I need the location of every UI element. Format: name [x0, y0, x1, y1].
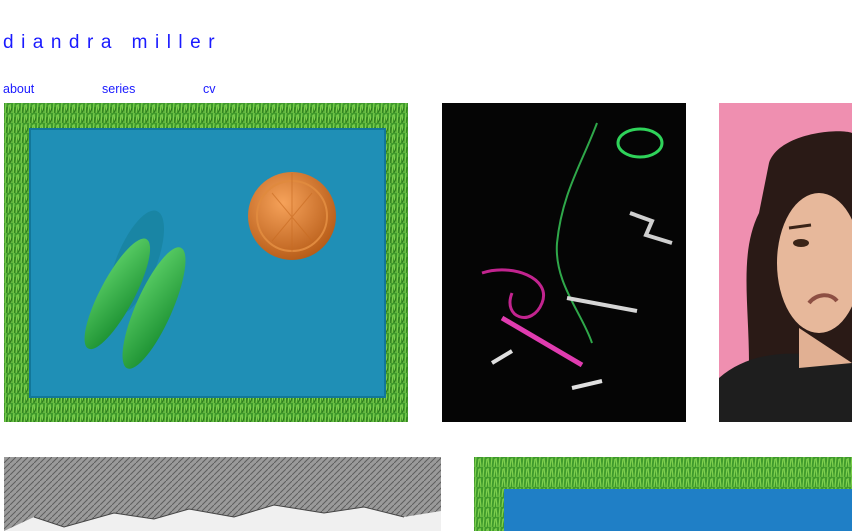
drawing-photo	[4, 457, 441, 531]
gallery-thumb-ribbons[interactable]	[442, 103, 686, 422]
nav-cv[interactable]: cv	[203, 82, 216, 96]
gallery-thumb-portrait[interactable]	[719, 103, 852, 422]
portrait-photo	[719, 103, 852, 422]
gallery-thumb-peas[interactable]	[4, 103, 408, 422]
gallery-thumb-blue-board[interactable]	[474, 457, 852, 531]
nav-about[interactable]: about	[3, 82, 34, 96]
nav-series[interactable]: series	[102, 82, 135, 96]
site-title[interactable]: diandra miller	[3, 32, 222, 54]
peas-photo	[4, 103, 408, 422]
gallery-thumb-drawing[interactable]	[4, 457, 441, 531]
blue-board-photo	[474, 457, 852, 531]
ribbons-photo	[442, 103, 686, 422]
